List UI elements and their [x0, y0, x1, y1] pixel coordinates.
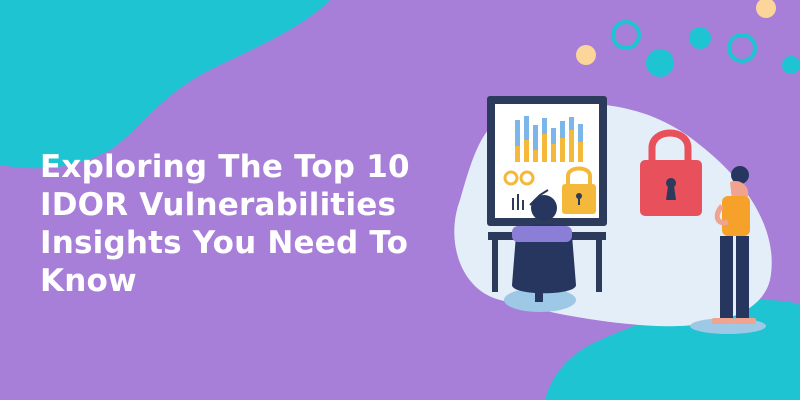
headline-line: Exploring The Top 10: [40, 149, 410, 185]
decor-ring: [611, 20, 641, 50]
headline-line: IDOR Vulnerabilities: [40, 187, 397, 223]
decor-circle: [689, 27, 711, 49]
headline-line: Insights You Need To: [40, 225, 409, 261]
decor-circle: [576, 45, 596, 65]
decor-circle: [756, 0, 776, 18]
headline-line: Know: [40, 263, 137, 299]
decor-circle: [782, 56, 800, 74]
decor-ring: [727, 33, 757, 63]
headline: Exploring The Top 10 IDOR Vulnerabilitie…: [40, 148, 470, 300]
banner: Exploring The Top 10 IDOR Vulnerabilitie…: [0, 0, 800, 400]
teal-blob-top-left: [0, 0, 330, 169]
decor-circle: [646, 49, 674, 77]
